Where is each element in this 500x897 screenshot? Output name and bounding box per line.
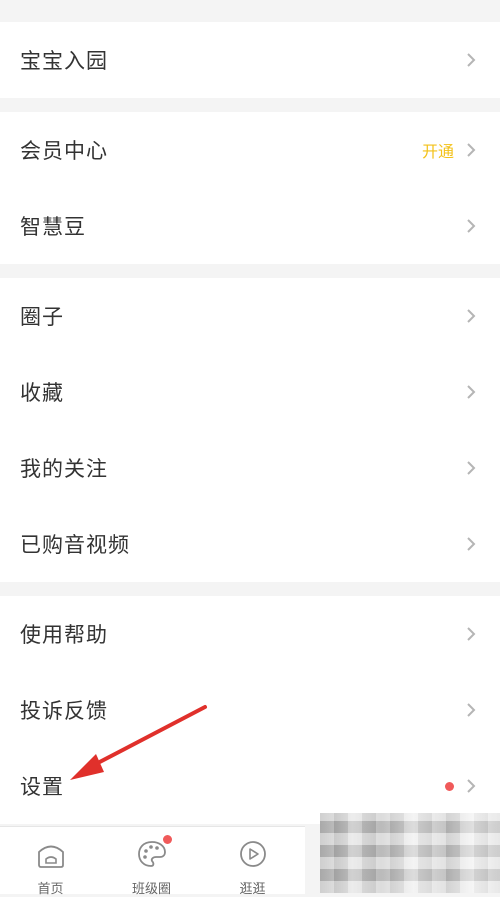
chevron-right-icon: [462, 535, 480, 553]
menu-item-wisdom-beans[interactable]: 智慧豆: [0, 188, 500, 264]
menu-item-label: 我的关注: [20, 457, 108, 481]
menu-item-label: 宝宝入园: [20, 49, 108, 73]
notification-dot: [163, 835, 172, 844]
tab-class-circle[interactable]: 班级圈: [101, 827, 202, 897]
menu-group-2: 会员中心 开通 智慧豆: [0, 112, 500, 264]
bottom-tab-bar: 首页 班级圈 逛逛: [0, 826, 305, 897]
menu-item-kindergarten[interactable]: 宝宝入园: [0, 22, 500, 98]
menu-group-3: 圈子 收藏 我的关注 已购音视频: [0, 278, 500, 582]
menu-item-following[interactable]: 我的关注: [0, 430, 500, 506]
tab-class-circle-label: 班级圈: [131, 882, 171, 897]
chevron-right-icon: [462, 701, 480, 719]
group-divider: [0, 264, 500, 278]
menu-item-label: 已购音视频: [20, 533, 130, 557]
tab-home-label: 首页: [37, 882, 64, 897]
menu-group-1: 宝宝入园: [0, 22, 500, 98]
chevron-right-icon: [462, 141, 480, 159]
notification-dot: [445, 781, 454, 791]
tab-browse-label: 逛逛: [239, 882, 266, 897]
chevron-right-icon: [462, 217, 480, 235]
chevron-right-icon: [462, 777, 480, 795]
menu-item-label: 使用帮助: [20, 623, 108, 647]
menu-item-feedback[interactable]: 投诉反馈: [0, 672, 500, 748]
menu-item-label: 智慧豆: [20, 215, 86, 239]
group-divider: [0, 98, 500, 112]
top-strip: [0, 0, 500, 22]
chevron-right-icon: [462, 459, 480, 477]
menu-group-4: 使用帮助 投诉反馈 设置: [0, 596, 500, 824]
menu-item-label: 投诉反馈: [20, 699, 108, 723]
menu-item-circle[interactable]: 圈子: [0, 278, 500, 354]
chevron-right-icon: [462, 383, 480, 401]
tab-browse[interactable]: 逛逛: [202, 827, 303, 897]
menu-item-purchased-media[interactable]: 已购音视频: [0, 506, 500, 582]
menu-item-label: 收藏: [20, 381, 64, 405]
chevron-right-icon: [462, 307, 480, 325]
menu-item-favorites[interactable]: 收藏: [0, 354, 500, 430]
menu-item-help[interactable]: 使用帮助: [0, 596, 500, 672]
open-membership-badge: 开通: [421, 142, 454, 161]
chevron-right-icon: [462, 51, 480, 69]
home-icon: [35, 839, 67, 873]
chevron-right-icon: [462, 625, 480, 643]
redacted-area: [320, 813, 500, 893]
menu-item-label: 会员中心: [20, 139, 108, 163]
group-divider: [0, 582, 500, 596]
menu-item-member-center[interactable]: 会员中心 开通: [0, 112, 500, 188]
play-icon: [237, 839, 269, 873]
palette-icon: [136, 839, 168, 873]
tab-home[interactable]: 首页: [0, 827, 101, 897]
menu-item-label: 圈子: [20, 305, 64, 329]
menu-item-label: 设置: [20, 775, 64, 799]
